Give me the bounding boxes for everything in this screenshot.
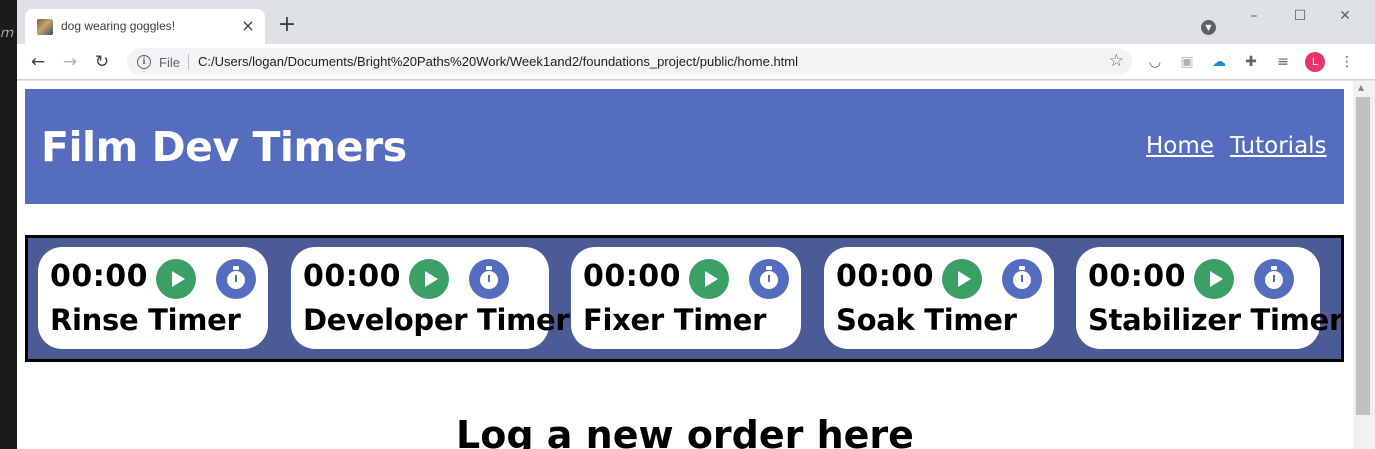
star-icon[interactable]: ☆ [1109,51,1124,71]
timer-time: 00:00 [1088,259,1186,294]
timer-card-rinse: 00:00 Rinse Timer [38,247,268,349]
scroll-up-icon[interactable]: ▲ [1358,83,1364,92]
site-title: Film Dev Timers [41,123,407,171]
timer-time: 00:00 [583,259,681,294]
back-arrow-icon[interactable]: ← [26,50,50,74]
scroll-thumb[interactable] [1356,97,1370,415]
page-content: Film Dev Timers Home Tutorials 00:00 Rin… [17,81,1353,449]
forward-arrow-icon[interactable]: → [58,50,82,74]
browser-toolbar: ← → ↻ i File C:/Users/logan/Documents/Br… [17,44,1375,80]
address-bar[interactable]: i File C:/Users/logan/Documents/Bright%2… [127,48,1132,76]
stopwatch-icon[interactable] [469,259,509,299]
pocket-icon[interactable]: ◡ [1145,52,1165,72]
close-window-button[interactable]: ✕ [1330,6,1360,26]
timer-time: 00:00 [836,259,934,294]
minimize-button[interactable]: – [1239,6,1269,26]
play-icon[interactable] [156,259,196,299]
active-tab[interactable]: dog wearing goggles! × [25,9,265,44]
nav-link-tutorials[interactable]: Tutorials [1230,133,1327,159]
avatar[interactable]: L [1305,52,1325,72]
tab-title: dog wearing goggles! [61,19,176,33]
play-icon[interactable] [942,259,982,299]
timer-label: Soak Timer [836,303,1017,337]
timer-card-developer: 00:00 Developer Timer [291,247,570,349]
tab-strip: dog wearing goggles! × + ▼ – ☐ ✕ [17,0,1375,44]
site-header: Film Dev Timers Home Tutorials [25,89,1344,204]
camera-icon[interactable]: ▣ [1177,52,1197,72]
info-icon[interactable]: i [137,55,151,69]
play-icon[interactable] [689,259,729,299]
cloud-icon[interactable]: ☁ [1209,52,1229,72]
timer-card-soak: 00:00 Soak Timer [824,247,1054,349]
puzzle-icon[interactable]: ✚ [1241,52,1261,72]
timer-time: 00:00 [303,259,401,294]
timer-strip: 00:00 Rinse Timer 00:00 Developer Timer … [25,235,1344,362]
tab-close-icon[interactable]: × [239,17,257,35]
desktop-edge: ｍ [0,26,14,41]
new-tab-button[interactable]: + [275,14,299,38]
file-label: File [159,55,180,70]
tab-search-icon[interactable]: ▼ [1201,20,1216,35]
nav-link-home[interactable]: Home [1146,133,1214,159]
browser-window: dog wearing goggles! × + ▼ – ☐ ✕ ← → ↻ i… [17,0,1375,449]
url-text[interactable]: C:/Users/logan/Documents/Bright%20Paths%… [198,54,798,69]
stopwatch-icon[interactable] [1002,259,1042,299]
omnibox-divider [188,54,189,70]
play-icon[interactable] [409,259,449,299]
timer-label: Stabilizer Timer [1088,303,1343,337]
page-scrollbar[interactable]: ▲ [1353,81,1375,449]
playlist-icon[interactable]: ≡ [1273,52,1293,72]
timer-label: Developer Timer [303,303,570,337]
timer-card-fixer: 00:00 Fixer Timer [571,247,801,349]
reload-icon[interactable]: ↻ [90,50,114,74]
menu-dots-icon[interactable]: ⋮ [1337,52,1357,72]
stopwatch-icon[interactable] [216,259,256,299]
timer-time: 00:00 [50,259,148,294]
log-order-heading: Log a new order here [456,413,914,449]
timer-card-stabilizer: 00:00 Stabilizer Timer [1076,247,1343,349]
timer-label: Rinse Timer [50,303,241,337]
stopwatch-icon[interactable] [1254,259,1294,299]
play-icon[interactable] [1194,259,1234,299]
favicon-icon [37,19,53,35]
maximize-button[interactable]: ☐ [1285,6,1315,26]
stopwatch-icon[interactable] [749,259,789,299]
timer-label: Fixer Timer [583,303,767,337]
